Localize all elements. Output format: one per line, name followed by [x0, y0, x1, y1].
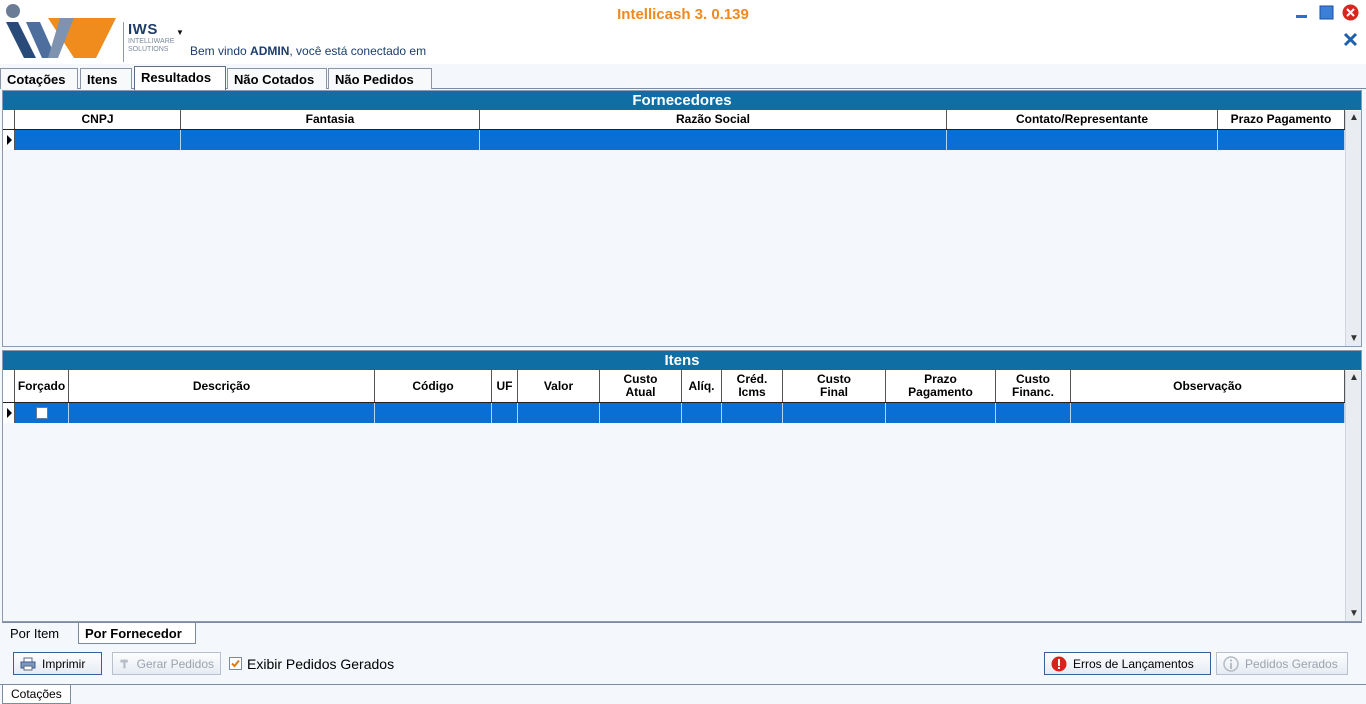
fornecedores-title: Fornecedores: [3, 91, 1361, 110]
cell-cnpj[interactable]: [15, 130, 181, 150]
scroll-down-icon[interactable]: ▼: [1346, 607, 1362, 621]
erros-label: Erros de Lançamentos: [1073, 656, 1194, 671]
col-fantasia[interactable]: Fantasia: [181, 110, 480, 129]
exibir-pedidos-checkbox[interactable]: [229, 657, 242, 670]
tab-itens[interactable]: Itens: [80, 68, 132, 89]
logo-menu-caret-icon[interactable]: ▼: [176, 28, 184, 37]
cell-descricao[interactable]: [69, 403, 375, 423]
col-cnpj[interactable]: CNPJ: [15, 110, 181, 129]
printer-icon: [20, 657, 36, 670]
col-custo-financ[interactable]: Custo Financ.: [996, 370, 1071, 402]
itens-header: Forçado Descrição Código UF Valor Custo …: [3, 370, 1345, 403]
cell-fantasia[interactable]: [181, 130, 480, 150]
tab-nao-pedidos[interactable]: Não Pedidos: [328, 68, 432, 89]
main-tabstrip: Cotações Itens Resultados Não Cotados Nã…: [0, 64, 1366, 90]
cell-uf[interactable]: [492, 403, 518, 423]
maximize-icon[interactable]: [1318, 4, 1335, 21]
cell-custo-final[interactable]: [783, 403, 886, 423]
cell-prazo[interactable]: [886, 403, 996, 423]
cell-prazo[interactable]: [1218, 130, 1345, 150]
col-custo-atual[interactable]: Custo Atual: [600, 370, 682, 402]
app-title: Intellicash 3. 0.139: [617, 6, 749, 23]
scroll-down-icon[interactable]: ▼: [1346, 332, 1362, 346]
forcado-checkbox[interactable]: [36, 407, 48, 419]
welcome-user: ADMIN: [250, 44, 290, 58]
cell-aliq[interactable]: [682, 403, 722, 423]
itens-scrollbar[interactable]: ▲ ▼: [1345, 371, 1361, 621]
tab-cotacoes[interactable]: Cotações: [0, 68, 78, 89]
tab-por-fornecedor[interactable]: Por Fornecedor: [78, 623, 196, 644]
itens-panel: Itens Forçado Descrição Código UF Valor …: [2, 350, 1362, 622]
error-icon: [1051, 656, 1067, 671]
welcome-message: Bem vindo ADMIN, você está conectado em: [190, 44, 426, 58]
welcome-suffix: , você está conectado em: [289, 44, 427, 58]
cell-cred-icms[interactable]: [722, 403, 783, 423]
scroll-up-icon[interactable]: ▲: [1346, 111, 1362, 125]
col-observacao[interactable]: Observação: [1071, 370, 1345, 402]
table-row[interactable]: [3, 130, 1345, 150]
tab-resultados[interactable]: Resultados: [134, 66, 226, 90]
logo-subtitle: INTELLIWARE SOLUTIONS: [128, 38, 175, 53]
cell-contato[interactable]: [947, 130, 1218, 150]
cell-observacao[interactable]: [1071, 403, 1345, 423]
col-custo-final[interactable]: Custo Final: [783, 370, 886, 402]
table-row[interactable]: [3, 403, 1345, 423]
info-icon: [1223, 655, 1239, 672]
close-tab-icon[interactable]: [1342, 31, 1359, 48]
fornecedores-scrollbar[interactable]: ▲ ▼: [1345, 111, 1361, 346]
col-cred-icms[interactable]: Créd. Icms: [722, 370, 783, 402]
col-prazo-pagamento[interactable]: Prazo Pagamento: [886, 370, 996, 402]
col-descricao[interactable]: Descrição: [69, 370, 375, 402]
pedidos-gerados-button[interactable]: Pedidos Gerados: [1216, 652, 1348, 675]
erros-lancamentos-button[interactable]: Erros de Lançamentos: [1044, 652, 1211, 675]
col-aliq[interactable]: Alíq.: [682, 370, 722, 402]
document-tabstrip: Cotações: [0, 684, 1366, 704]
col-uf[interactable]: UF: [492, 370, 518, 402]
col-razao-social[interactable]: Razão Social: [480, 110, 947, 129]
fornecedores-header: CNPJ Fantasia Razão Social Contato/Repre…: [3, 110, 1345, 130]
imprimir-label: Imprimir: [42, 656, 86, 671]
tab-nao-cotados[interactable]: Não Cotados: [227, 68, 327, 89]
cell-codigo[interactable]: [375, 403, 492, 423]
checkmark-icon: [231, 659, 240, 668]
imprimir-button[interactable]: Imprimir: [13, 652, 102, 675]
itens-title: Itens: [3, 351, 1361, 370]
gerar-pedidos-button[interactable]: Gerar Pedidos: [112, 652, 221, 675]
col-contato[interactable]: Contato/Representante: [947, 110, 1218, 129]
scroll-up-icon[interactable]: ▲: [1346, 371, 1362, 385]
app-header: IWS INTELLIWARE SOLUTIONS ▼ Bem vindo AD…: [0, 0, 1366, 64]
row-indicator-header: [3, 110, 15, 129]
cell-custo-atual[interactable]: [600, 403, 682, 423]
welcome-prefix: Bem vindo: [190, 44, 251, 58]
row-pointer-icon: [3, 403, 15, 423]
col-valor[interactable]: Valor: [518, 370, 600, 402]
row-indicator-header: [3, 370, 15, 402]
gerar-pedidos-label: Gerar Pedidos: [136, 656, 214, 671]
tab-por-item[interactable]: Por Item: [4, 623, 76, 644]
row-pointer-icon: [3, 130, 15, 150]
cell-custo-financ[interactable]: [996, 403, 1071, 423]
cell-valor[interactable]: [518, 403, 600, 423]
pedidos-gerados-label: Pedidos Gerados: [1245, 656, 1338, 671]
tab-cotacoes-document[interactable]: Cotações: [2, 685, 71, 704]
logo-iws-text: IWS: [128, 21, 158, 38]
exibir-pedidos-label[interactable]: Exibir Pedidos Gerados: [247, 656, 394, 672]
hammer-icon: [120, 659, 128, 668]
col-forcado[interactable]: Forçado: [15, 370, 69, 402]
col-codigo[interactable]: Código: [375, 370, 492, 402]
logo-wordmark: IWS INTELLIWARE SOLUTIONS: [123, 22, 178, 62]
close-window-icon[interactable]: [1342, 4, 1359, 21]
cell-razao-social[interactable]: [480, 130, 947, 150]
col-prazo-pagamento[interactable]: Prazo Pagamento: [1218, 110, 1345, 129]
fornecedores-panel: Fornecedores CNPJ Fantasia Razão Social …: [2, 90, 1362, 347]
iws-logo: [6, 4, 116, 58]
view-tabstrip: Por Item Por Fornecedor: [2, 622, 1362, 644]
minimize-icon[interactable]: [1293, 4, 1310, 21]
cell-forcado[interactable]: [15, 403, 69, 423]
